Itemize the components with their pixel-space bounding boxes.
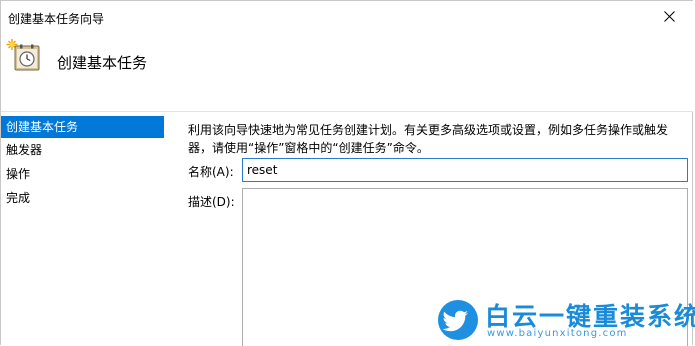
wizard-header: 创建基本任务 (1, 33, 693, 111)
wizard-description: 利用该向导快速地为常见任务创建计划。有关更多高级选项或设置，例如多任务操作或触发… (188, 121, 688, 157)
window-title: 创建基本任务向导 (8, 12, 105, 26)
description-label: 描述(D): (188, 195, 235, 209)
description-line-1: 利用该向导快速地为常见任务创建计划。有关更多高级选项或设置，例如多任务操作或触发 (188, 123, 669, 137)
task-scheduler-icon (6, 39, 40, 71)
step-trigger[interactable]: 触发器 (1, 139, 164, 161)
step-create-basic-task[interactable]: 创建基本任务 (1, 116, 164, 138)
step-action[interactable]: 操作 (1, 163, 164, 185)
wizard-steps-sidebar: 创建基本任务 触发器 操作 完成 (1, 112, 164, 346)
step-finish[interactable]: 完成 (1, 187, 164, 209)
watermark-url: www.baiyunxitong.com (487, 328, 628, 339)
name-label: 名称(A): (188, 165, 234, 179)
description-line-2: 器，请使用“操作”窗格中的“创建任务”命令。 (188, 141, 429, 155)
watermark: 白云一键重装系统 www.baiyunxitong.com (438, 294, 695, 344)
close-button[interactable] (647, 1, 693, 33)
name-input[interactable]: reset (242, 158, 688, 182)
title-bar: 创建基本任务向导 (1, 1, 693, 33)
close-icon (664, 11, 675, 22)
bird-logo-icon (438, 300, 478, 340)
page-title: 创建基本任务 (57, 54, 148, 72)
